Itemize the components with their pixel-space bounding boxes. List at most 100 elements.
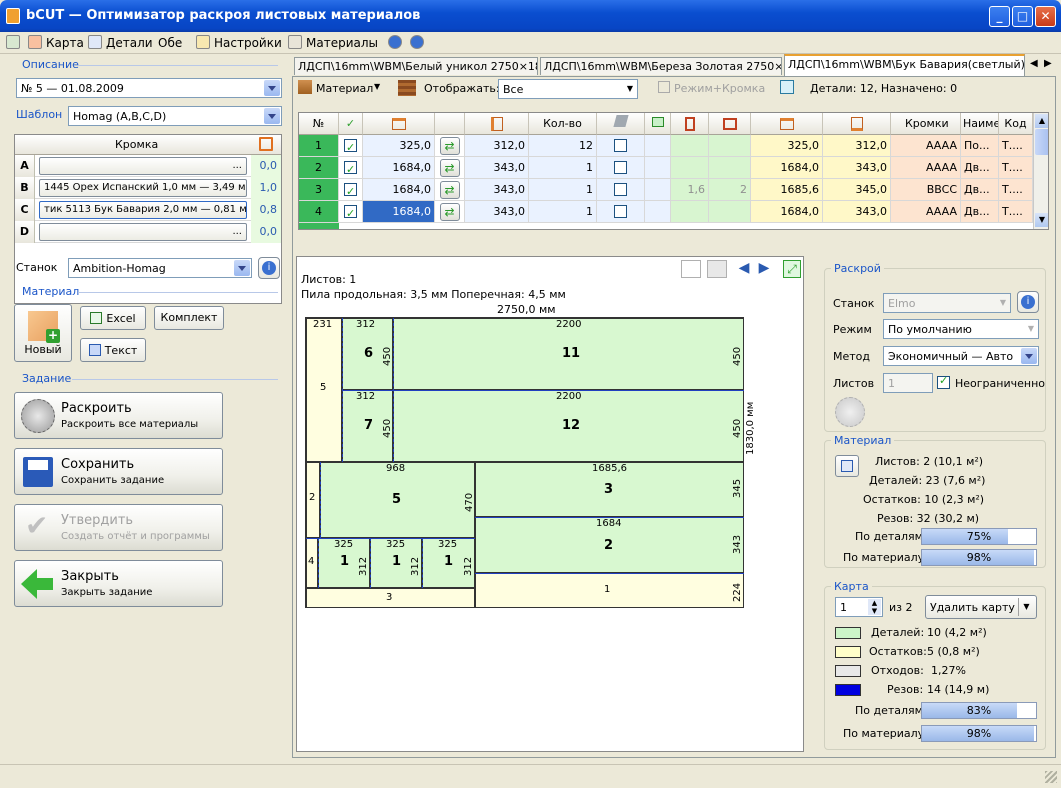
edge-select[interactable]: 1445 Орех Испанский 1,0 мм — 3,49 м	[39, 179, 247, 197]
row-code[interactable]: Т....	[999, 135, 1033, 157]
approve-button[interactable]: ✔ Утвердить Создать отчёт и программы	[14, 504, 223, 551]
row-length[interactable]: 325,0	[363, 135, 435, 157]
row-swap[interactable]: ⇄	[435, 179, 465, 201]
col-swap[interactable]	[435, 113, 465, 135]
menu-both[interactable]: Обе	[158, 35, 182, 51]
row-width[interactable]: 343,0	[465, 201, 529, 223]
spinner-arrows-icon[interactable]: ▲ ▼	[868, 599, 881, 615]
row-quantity[interactable]: 1	[529, 179, 597, 201]
row-edge-left[interactable]	[671, 201, 709, 223]
grid-scrollbar[interactable]: ▲ ▼	[1033, 113, 1048, 229]
row-rotate[interactable]	[597, 135, 645, 157]
machine-info-button[interactable]: i	[258, 257, 280, 279]
row-edge-top[interactable]	[709, 135, 751, 157]
row-name[interactable]: Дв...	[961, 157, 999, 179]
row-number[interactable]: 3	[299, 179, 339, 201]
col-rotate[interactable]	[597, 113, 645, 135]
row-number[interactable]: 4	[299, 201, 339, 223]
tab-scroll-right-icon[interactable]: ▶	[1044, 58, 1052, 69]
row-edge-left[interactable]: 1,6	[671, 179, 709, 201]
row-quantity[interactable]: 1	[529, 201, 597, 223]
row-length[interactable]: 1684,0	[363, 179, 435, 201]
edge-select[interactable]: тик 5113 Бук Бавария 2,0 мм — 0,81 м	[39, 201, 247, 219]
row-enabled[interactable]	[339, 135, 363, 157]
col-edge-top[interactable]	[709, 113, 751, 135]
tab-material-1[interactable]: ЛДСП\16mm\WBM\Белый уникол 2750×1830	[294, 57, 538, 75]
row-name[interactable]: Дв...	[961, 179, 999, 201]
edge-select[interactable]: ...	[39, 157, 247, 175]
row-code[interactable]: Т....	[999, 179, 1033, 201]
row-swap[interactable]: ⇄	[435, 135, 465, 157]
row-swap[interactable]: ⇄	[435, 157, 465, 179]
row-width[interactable]: 343,0	[465, 179, 529, 201]
col-width[interactable]	[465, 113, 529, 135]
row-width[interactable]: 312,0	[465, 135, 529, 157]
tab-material-2[interactable]: ЛДСП\16mm\WBM\Береза Золотая 2750×1830	[540, 57, 782, 75]
col-edges[interactable]: Кромки	[891, 113, 961, 135]
new-material-button[interactable]: + Новый	[14, 304, 72, 362]
row-edges[interactable]: AAAA	[891, 201, 961, 223]
info-icon[interactable]	[388, 35, 402, 49]
chevron-down-icon[interactable]: ▼	[374, 82, 380, 91]
display-combo[interactable]: Все ▼	[498, 79, 638, 99]
scroll-thumb[interactable]	[1035, 129, 1048, 155]
row-edges[interactable]: BBCC	[891, 179, 961, 201]
row-texture[interactable]	[645, 157, 671, 179]
template-combo[interactable]: Homag (A,B,C,D)	[68, 106, 282, 126]
details-sort-icon[interactable]	[780, 80, 794, 94]
row-length[interactable]: 1684,0	[363, 157, 435, 179]
row-number[interactable]: 1	[299, 135, 339, 157]
row-quantity[interactable]: 12	[529, 135, 597, 157]
row-edge-top[interactable]	[709, 201, 751, 223]
row-name[interactable]: Дв...	[961, 201, 999, 223]
row-length[interactable]: 1684,0	[363, 201, 435, 223]
unlimited-checkbox[interactable]	[937, 374, 950, 390]
menu-settings[interactable]: Настройки	[214, 35, 282, 51]
method-combo[interactable]: Экономичный — Авто	[883, 346, 1039, 366]
row-quantity[interactable]: 1	[529, 157, 597, 179]
row-enabled[interactable]	[339, 201, 363, 223]
scroll-down-icon[interactable]: ▼	[1035, 213, 1048, 227]
row-texture[interactable]	[645, 135, 671, 157]
col-check[interactable]: ✓	[339, 113, 363, 135]
row-name[interactable]: По...	[961, 135, 999, 157]
row-number[interactable]: 2	[299, 157, 339, 179]
row-edges[interactable]: AAAA	[891, 157, 961, 179]
tab-material-3[interactable]: ЛДСП\16mm\WBM\Бук Бавария(светлый) 2750×…	[784, 54, 1025, 76]
row-edge-top[interactable]	[709, 157, 751, 179]
menu-map[interactable]: Карта	[46, 35, 84, 51]
row-rotate[interactable]	[597, 201, 645, 223]
col-length[interactable]	[363, 113, 435, 135]
row-code[interactable]: Т....	[999, 201, 1033, 223]
col-code[interactable]: Код	[999, 113, 1033, 135]
chevron-down-icon[interactable]: ▼	[1018, 598, 1034, 616]
saw-icon[interactable]	[835, 397, 865, 427]
col-result-length[interactable]	[751, 113, 823, 135]
row-enabled[interactable]	[339, 157, 363, 179]
col-texture[interactable]	[645, 113, 671, 135]
menu-materials[interactable]: Материалы	[306, 35, 378, 51]
rp-machine-combo[interactable]: Elmo ▼	[883, 293, 1011, 313]
excel-button[interactable]: Excel	[80, 306, 146, 330]
material-menu[interactable]: Материал	[316, 82, 373, 95]
rp-info-button[interactable]: i	[1017, 291, 1039, 313]
menu-details[interactable]: Детали	[106, 35, 153, 51]
row-edge-left[interactable]	[671, 135, 709, 157]
prev-map-icon[interactable]: ◀	[735, 260, 753, 278]
row-rotate[interactable]	[597, 157, 645, 179]
panel-icon[interactable]	[6, 35, 20, 49]
mode-combo[interactable]: По умолчанию ▼	[883, 319, 1039, 339]
row-code[interactable]: Т....	[999, 157, 1033, 179]
mode-edge-button[interactable]: Режим+Кромка	[674, 82, 765, 95]
col-result-width[interactable]	[823, 113, 891, 135]
maximize-button[interactable]: □	[1012, 6, 1033, 27]
col-quantity[interactable]: Кол-во	[529, 113, 597, 135]
description-combo[interactable]: № 5 — 01.08.2009	[16, 78, 282, 98]
minimize-button[interactable]: _	[989, 6, 1010, 27]
row-swap[interactable]: ⇄	[435, 201, 465, 223]
edge-select[interactable]: ...	[39, 223, 247, 241]
row-edge-top[interactable]: 2	[709, 179, 751, 201]
close-button[interactable]: ✕	[1035, 6, 1056, 27]
sheets-spinner[interactable]: 1	[883, 373, 933, 393]
col-name[interactable]: Наименова	[961, 113, 999, 135]
